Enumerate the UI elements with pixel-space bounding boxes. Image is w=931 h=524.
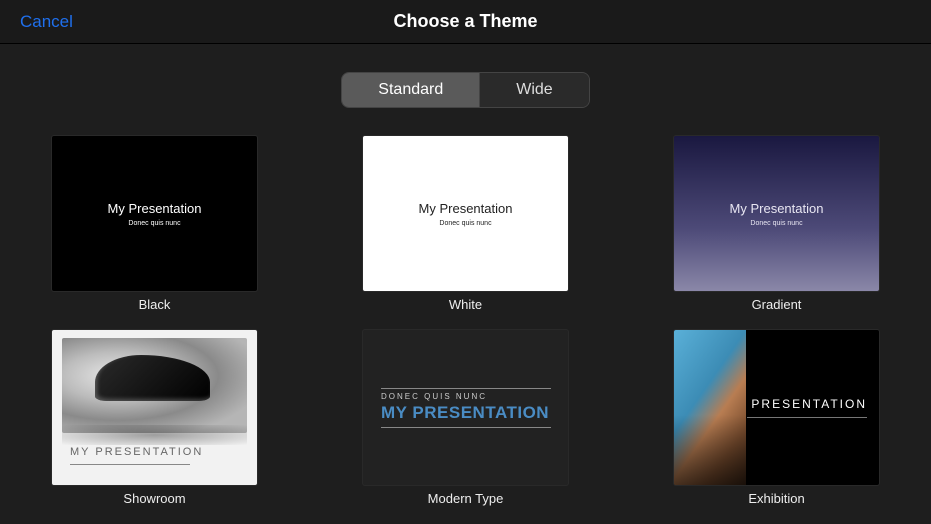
theme-thumbnail: DONEC QUIS NUNC MY PRESENTATION xyxy=(363,330,568,485)
thumb-title: My Presentation xyxy=(108,201,202,216)
theme-grid: My Presentation Donec quis nunc Black My… xyxy=(0,136,931,506)
segment-standard[interactable]: Standard xyxy=(342,73,479,107)
theme-label: Gradient xyxy=(752,297,802,312)
thumb-subtitle: Donec quis nunc xyxy=(439,220,491,227)
thumb-title: MY PRESENTATION xyxy=(381,403,549,423)
divider-line xyxy=(747,417,867,418)
theme-thumbnail: MY PRESENTATION xyxy=(52,330,257,485)
cancel-button[interactable]: Cancel xyxy=(20,12,73,32)
theme-label: Showroom xyxy=(123,491,185,506)
thumb-title: My Presentation xyxy=(730,201,824,216)
divider-line xyxy=(70,464,190,465)
theme-thumbnail: My Presentation Donec quis nunc xyxy=(674,136,879,291)
theme-item-black[interactable]: My Presentation Donec quis nunc Black xyxy=(52,136,257,312)
theme-thumbnail: MY PRESENTATION xyxy=(674,330,879,485)
thumb-subtitle: Donec quis nunc xyxy=(128,220,180,227)
theme-item-white[interactable]: My Presentation Donec quis nunc White xyxy=(363,136,568,312)
divider-line xyxy=(381,427,551,428)
divider-line xyxy=(381,388,551,389)
thumb-subtitle: DONEC QUIS NUNC xyxy=(381,392,487,401)
theme-label: Black xyxy=(139,297,171,312)
theme-thumbnail: My Presentation Donec quis nunc xyxy=(363,136,568,291)
thumb-subtitle: Donec quis nunc xyxy=(750,220,802,227)
aspect-ratio-segmented: Standard Wide xyxy=(0,72,931,108)
thumb-title: My Presentation xyxy=(419,201,513,216)
segmented-control: Standard Wide xyxy=(341,72,589,108)
thumb-title: MY PRESENTATION xyxy=(70,446,203,458)
theme-thumbnail: My Presentation Donec quis nunc xyxy=(52,136,257,291)
theme-label: White xyxy=(449,297,482,312)
segment-wide[interactable]: Wide xyxy=(479,73,588,107)
theme-label: Modern Type xyxy=(428,491,504,506)
theme-item-modern-type[interactable]: DONEC QUIS NUNC MY PRESENTATION Modern T… xyxy=(363,330,568,506)
header-bar: Cancel Choose a Theme xyxy=(0,0,931,44)
car-image-icon xyxy=(62,338,247,433)
page-title: Choose a Theme xyxy=(393,11,537,32)
theme-item-gradient[interactable]: My Presentation Donec quis nunc Gradient xyxy=(674,136,879,312)
theme-label: Exhibition xyxy=(748,491,804,506)
theme-item-showroom[interactable]: MY PRESENTATION Showroom xyxy=(52,330,257,506)
photo-strip-icon xyxy=(674,330,746,485)
theme-item-exhibition[interactable]: MY PRESENTATION Exhibition xyxy=(674,330,879,506)
